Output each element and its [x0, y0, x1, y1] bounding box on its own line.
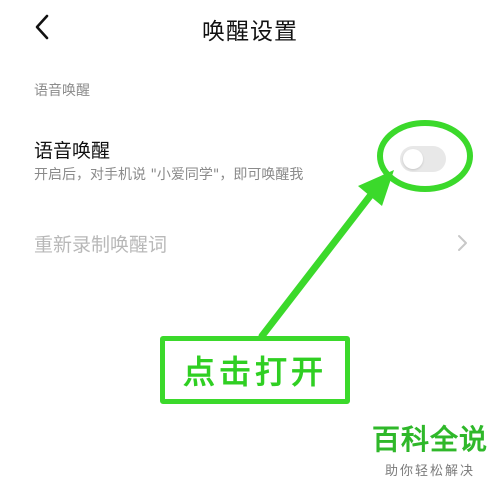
voice-wake-description: 开启后，对手机说 "小爱同学"，即可唤醒我 — [34, 167, 304, 183]
watermark-logo: 百科全说 助你轻松解决 — [368, 418, 492, 479]
voice-wake-title: 语音唤醒 — [34, 140, 111, 162]
app-header: 唤醒设置 — [0, 0, 500, 56]
rerecord-wake-word-row[interactable]: 重新录制唤醒词 — [0, 222, 500, 266]
callout-text: 点击打开 — [182, 353, 327, 391]
callout-box: 点击打开 — [160, 336, 350, 404]
toggle-knob — [403, 149, 423, 169]
section-label: 语音唤醒 — [34, 83, 90, 99]
voice-wake-toggle[interactable] — [400, 146, 446, 172]
chevron-right-icon — [458, 235, 467, 251]
watermark-title: 百科全说 — [371, 423, 488, 456]
arrow-shaft — [258, 192, 374, 340]
watermark-subtitle: 助你轻松解决 — [384, 464, 475, 479]
voice-wake-row[interactable]: 语音唤醒 开启后，对手机说 "小爱同学"，即可唤醒我 — [0, 126, 500, 196]
page-title: 唤醒设置 — [202, 19, 298, 45]
rerecord-label: 重新录制唤醒词 — [34, 234, 168, 256]
